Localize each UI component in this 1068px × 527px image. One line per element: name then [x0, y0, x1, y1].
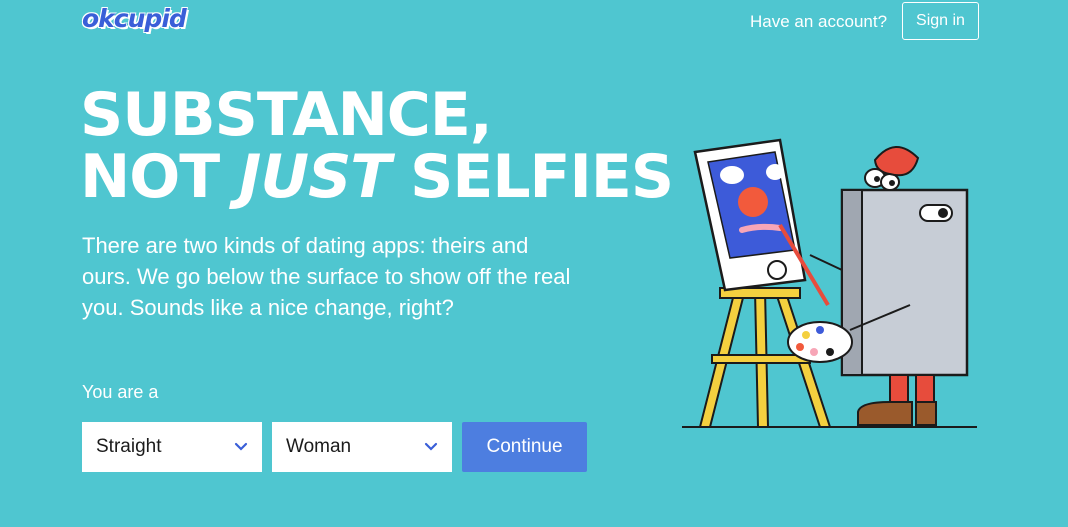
headline-line-1: SUBSTANCE, [80, 80, 493, 150]
painter-robot-illustration [682, 138, 977, 428]
gender-value: Woman [286, 436, 352, 457]
headline-prefix: NOT [80, 142, 240, 212]
continue-button[interactable]: Continue [462, 422, 587, 472]
okcupid-logo[interactable]: okcupid [82, 4, 187, 33]
page-headline: SUBSTANCE, NOT JUST SELFIES [80, 80, 674, 208]
chevron-down-icon [234, 442, 248, 451]
intro-paragraph: There are two kinds of dating apps: thei… [82, 233, 571, 320]
sign-in-button[interactable]: Sign in [902, 2, 979, 40]
chevron-down-icon [424, 442, 438, 451]
have-account-text: Have an account? [750, 12, 888, 31]
you-are-label: You are a [82, 382, 159, 402]
gender-select[interactable]: Woman [272, 422, 452, 472]
orientation-value: Straight [96, 436, 162, 457]
headline-suffix: SELFIES [390, 142, 674, 212]
orientation-select[interactable]: Straight [82, 422, 262, 472]
headline-line-2: NOT JUST SELFIES [80, 146, 674, 208]
headline-emphasis: JUST [239, 142, 391, 212]
